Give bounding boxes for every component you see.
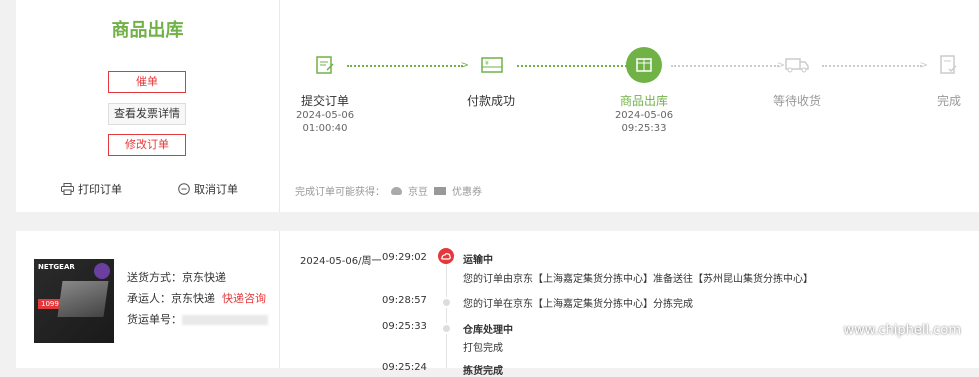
payment-card-icon: ¥ (480, 55, 504, 75)
tracking-number-redacted (182, 315, 268, 325)
timeline-time-2: 09:28:57 (382, 295, 427, 306)
site-watermark: www.chiphell.com (843, 323, 961, 338)
timeline-dot-3 (441, 323, 452, 334)
step-time-outbound: 2024-05-06 09:25:33 (614, 110, 674, 134)
step-label-submit: 提交订单 (300, 94, 349, 108)
courier-inquiry-link[interactable]: 快递咨询 (222, 292, 266, 305)
rewards-coupon: 优惠券 (452, 187, 482, 198)
timeline-time-1: 09:29:02 (382, 252, 427, 263)
shipment-card: NETGEAR 1099 送货方式：京东快递 承运人：京东快递 快递咨询 货运单… (16, 231, 979, 377)
cancel-order-link[interactable]: 取消订单 (178, 181, 238, 197)
product-brand: NETGEAR (38, 263, 75, 271)
progress-connector-4: > (822, 60, 928, 71)
step-label-awaiting: 等待收货 (772, 94, 821, 108)
cancel-circle-icon (178, 183, 190, 195)
order-status-title: 商品出库 (111, 20, 184, 41)
step-label-outbound: 商品出库 (619, 94, 668, 108)
timeline-time-3: 09:25:33 (382, 321, 427, 332)
modify-order-button[interactable]: 修改订单 (108, 134, 186, 156)
shipping-info: 送货方式：京东快递 承运人：京东快递 快递咨询 货运单号： (127, 267, 268, 330)
submit-order-icon (314, 54, 336, 76)
step-time-submit: 2024-05-06 01:00:40 (295, 110, 355, 134)
cancel-order-label: 取消订单 (194, 183, 238, 196)
carrier-label: 承运人：京东快递 (127, 292, 215, 305)
timeline-text-1: 您的订单由京东【上海嘉定集货分拣中心】准备送往【苏州昆山集货分拣中心】 (463, 274, 813, 285)
progress-connector-1: > (347, 60, 469, 71)
step-label-payment: 付款成功 (466, 94, 515, 108)
progress-connector-2: > (517, 60, 633, 71)
delivery-truck-icon (784, 55, 810, 75)
order-actions-panel: 商品出库 催单 查看发票详情 修改订单 打印订单 取消订单 (16, 0, 280, 212)
order-progress-steps: > ¥ > > > 提交订单 2024-05-0601:00:40 付款成功 商… (279, 0, 979, 212)
urge-order-button[interactable]: 催单 (108, 71, 186, 93)
complete-check-icon (938, 54, 960, 76)
warehouse-out-icon (626, 47, 662, 83)
rewards-prefix: 完成订单可能获得： (295, 187, 385, 198)
timeline-title-3: 仓库处理中 (463, 325, 513, 336)
router-image (57, 281, 109, 317)
printer-icon (61, 183, 74, 195)
view-invoice-button[interactable]: 查看发票详情 (108, 103, 186, 125)
timeline-text-3: 打包完成 (463, 343, 503, 354)
badge-icon (94, 263, 110, 279)
product-thumbnail[interactable]: NETGEAR 1099 (34, 259, 114, 343)
timeline-text-2: 您的订单在京东【上海嘉定集货分拣中心】分拣完成 (463, 299, 693, 310)
shipping-method: 送货方式：京东快递 (127, 271, 226, 284)
tracking-row: 货运单号： (127, 309, 268, 330)
rewards-bean: 京豆 (408, 187, 428, 198)
step-label-complete: 完成 (936, 94, 961, 108)
rewards-info: 完成订单可能获得： 京豆 优惠券 (295, 183, 482, 198)
bean-icon (391, 186, 402, 195)
print-order-link[interactable]: 打印订单 (61, 181, 122, 197)
tracking-label: 货运单号： (127, 313, 182, 326)
timeline-divider (279, 231, 280, 368)
order-status-card: 商品出库 催单 查看发票详情 修改订单 打印订单 取消订单 > ¥ > > 提交… (16, 0, 979, 212)
carrier-row: 承运人：京东快递 快递咨询 (127, 288, 268, 309)
timeline-title-4: 拣货完成 (463, 366, 503, 377)
timeline-date: 2024-05-06/周一 (300, 256, 382, 267)
timeline-title-1: 运输中 (463, 255, 493, 266)
timeline-dot-2 (441, 297, 452, 308)
timeline-line (446, 259, 447, 368)
svg-text:¥: ¥ (485, 60, 489, 67)
transit-cloud-icon (438, 248, 454, 264)
coupon-icon (434, 186, 446, 195)
print-order-label: 打印订单 (78, 183, 122, 196)
progress-connector-3: > (671, 60, 785, 71)
